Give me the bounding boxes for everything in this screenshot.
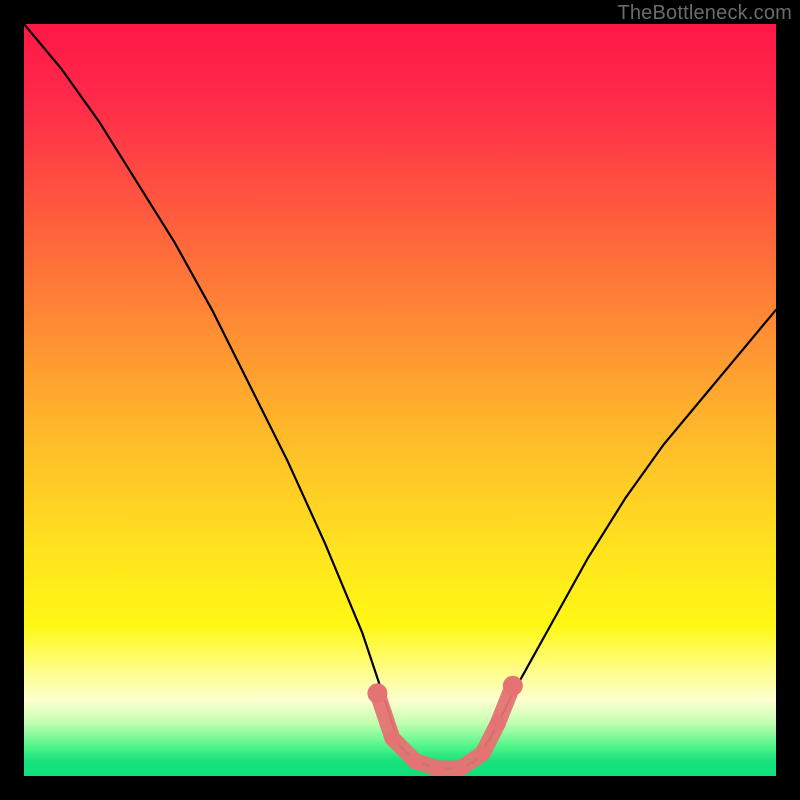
chart-svg (24, 24, 776, 776)
highlight-marker (367, 683, 387, 703)
chart-frame: TheBottleneck.com (0, 0, 800, 800)
plot-area (24, 24, 776, 776)
highlight-marker (407, 753, 423, 769)
highlight-marker (490, 715, 506, 731)
bottleneck-curve (24, 24, 776, 769)
highlight-marker (452, 761, 468, 777)
highlight-marker (385, 730, 401, 746)
highlight-marker-group (367, 676, 522, 776)
highlight-marker (503, 676, 523, 696)
curve-path (24, 24, 776, 769)
highlight-marker (475, 745, 491, 761)
watermark-text: TheBottleneck.com (617, 2, 792, 25)
highlight-marker (430, 761, 446, 777)
